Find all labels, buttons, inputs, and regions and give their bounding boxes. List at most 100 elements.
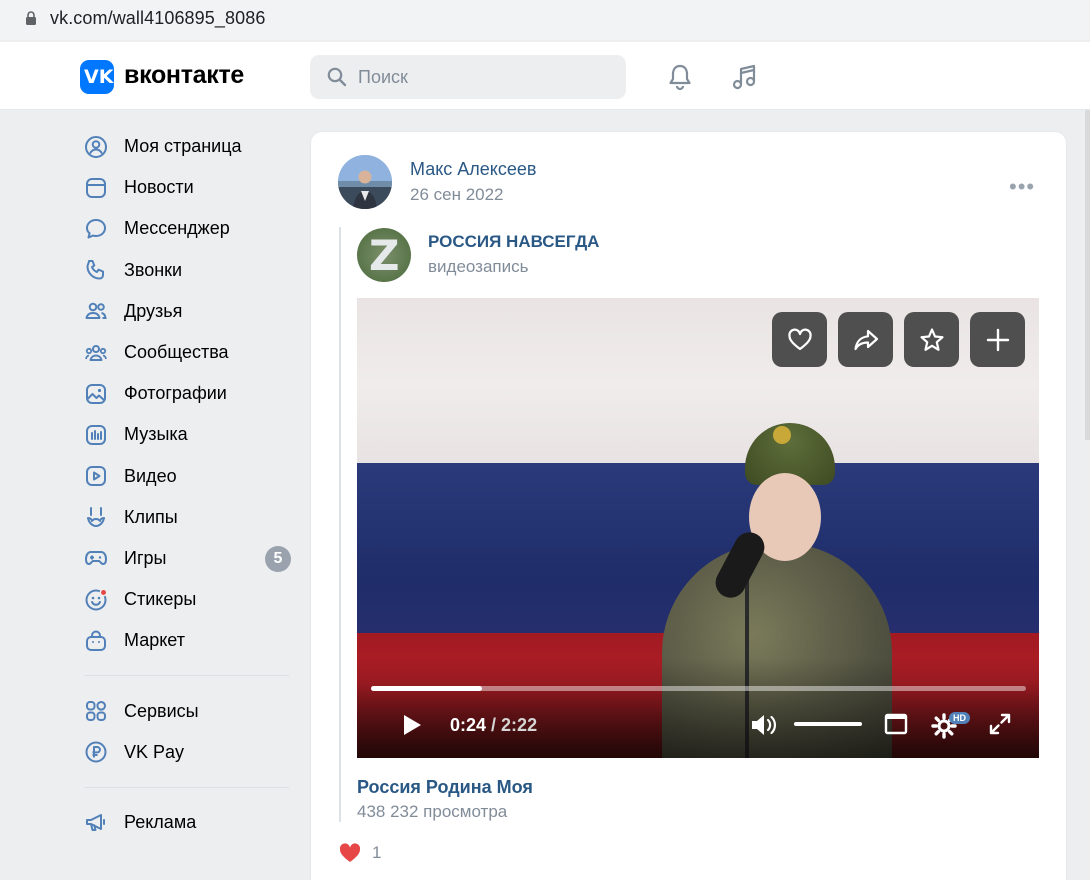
- browser-address-bar[interactable]: vk.com/wall4106895_8086: [0, 0, 1090, 40]
- vk-logo-icon[interactable]: VK: [80, 60, 114, 94]
- author-avatar[interactable]: [338, 155, 392, 209]
- nav-item-clips[interactable]: Клипы: [74, 497, 299, 538]
- megaphone-icon: [84, 810, 108, 834]
- communities-icon: [84, 341, 108, 365]
- nav-item-services[interactable]: Сервисы: [74, 690, 299, 731]
- repost-divider-line: [339, 227, 341, 822]
- nav-divider: [84, 675, 289, 677]
- video-duration: / 2:22: [491, 715, 538, 735]
- volume-slider[interactable]: [794, 722, 862, 726]
- nav-divider: [84, 786, 289, 788]
- nav-label: Реклама: [124, 811, 197, 832]
- post-more-menu-icon[interactable]: •••: [1009, 174, 1035, 200]
- smile-icon: [84, 588, 108, 612]
- ruble-icon: [84, 740, 108, 764]
- video-favorite-button[interactable]: [904, 312, 959, 367]
- bag-icon: [84, 629, 108, 653]
- video-player[interactable]: 0:24 / 2:22 HD: [357, 298, 1039, 758]
- nav-label: Сообщества: [124, 342, 229, 363]
- phone-icon: [84, 258, 108, 282]
- heart-filled-icon: [339, 843, 361, 862]
- music-note-icon[interactable]: [730, 62, 760, 92]
- video-progress-bar[interactable]: [371, 686, 1026, 691]
- volume-icon[interactable]: [749, 712, 781, 738]
- bell-icon[interactable]: [665, 62, 695, 92]
- games-count-badge: 5: [265, 545, 291, 572]
- nav-item-news[interactable]: Новости: [74, 167, 299, 208]
- star-icon: [919, 327, 944, 351]
- search-icon: [327, 67, 347, 87]
- play-icon[interactable]: [401, 713, 423, 737]
- clips-icon: [84, 505, 108, 529]
- gamepad-icon: [84, 546, 108, 570]
- nav-item-calls[interactable]: Звонки: [74, 250, 299, 291]
- video-progress-fill: [371, 686, 482, 691]
- nav-label: VK Pay: [124, 741, 185, 762]
- post-like-button[interactable]: 1: [338, 841, 381, 865]
- page-scrollbar[interactable]: [1085, 110, 1090, 440]
- photo-icon: [84, 382, 108, 406]
- post-date[interactable]: 26 сен 2022: [410, 185, 504, 205]
- nav-item-stickers[interactable]: Стикеры: [74, 579, 299, 620]
- nav-label: Стикеры: [124, 589, 197, 610]
- share-icon: [853, 329, 878, 350]
- nav-item-vkpay[interactable]: VK Pay: [74, 732, 299, 773]
- nav-item-video[interactable]: Видео: [74, 456, 299, 497]
- source-name[interactable]: РОССИЯ НАВСЕГДА: [428, 232, 599, 252]
- nav-item-music[interactable]: Музыка: [74, 414, 299, 455]
- video-controls-shade: [357, 658, 1039, 758]
- services-icon: [84, 699, 108, 723]
- video-current-time: 0:24: [450, 715, 487, 735]
- user-circle-icon: [84, 135, 108, 159]
- vk-logo-glyph: VK: [84, 66, 114, 88]
- nav-label: Фотографии: [124, 383, 227, 404]
- lock-icon: [26, 11, 36, 25]
- nav-label: Новости: [124, 177, 194, 198]
- like-count: 1: [372, 843, 382, 862]
- friends-icon: [84, 299, 108, 323]
- nav-label: Видео: [124, 465, 177, 486]
- video-frame-beret-badge: [773, 426, 791, 444]
- search-input[interactable]: [358, 65, 608, 89]
- nav-label: Маркет: [124, 630, 185, 651]
- nav-label: Клипы: [124, 506, 178, 527]
- nav-item-market[interactable]: Маркет: [74, 620, 299, 661]
- video-add-button[interactable]: [970, 312, 1025, 367]
- music-icon: [84, 423, 108, 447]
- source-avatar[interactable]: Z: [357, 228, 411, 282]
- heart-icon: [787, 328, 812, 350]
- message-icon: [84, 217, 108, 241]
- url-text[interactable]: vk.com/wall4106895_8086: [50, 8, 265, 29]
- nav-label: Игры: [124, 547, 167, 568]
- nav-label: Музыка: [124, 424, 188, 445]
- vk-header: VK вконтакте: [0, 42, 1090, 110]
- nav-item-communities[interactable]: Сообщества: [74, 332, 299, 373]
- vk-logo-text[interactable]: вконтакте: [124, 61, 244, 90]
- nav-item-photos[interactable]: Фотографии: [74, 373, 299, 414]
- source-type: видеозапись: [428, 257, 529, 276]
- nav-label: Мессенджер: [124, 218, 230, 239]
- nav-label: Друзья: [124, 300, 183, 321]
- hd-badge: HD: [949, 712, 970, 724]
- video-title[interactable]: Россия Родина Моя: [357, 777, 533, 798]
- left-nav: Моя страница Новости Мессенджер Звонки Д…: [74, 126, 299, 843]
- nav-label: Моя страница: [124, 136, 242, 157]
- post-card: Макс Алексеев 26 сен 2022 ••• Z РОССИЯ Н…: [310, 131, 1067, 880]
- post-author-name[interactable]: Макс Алексеев: [410, 159, 536, 180]
- nav-item-messenger[interactable]: Мессенджер: [74, 208, 299, 249]
- nav-item-ads[interactable]: Реклама: [74, 802, 299, 843]
- video-icon: [84, 464, 108, 488]
- video-time: 0:24 / 2:22: [450, 715, 537, 736]
- nav-item-games[interactable]: Игры 5: [74, 538, 299, 579]
- fullscreen-icon[interactable]: [988, 712, 1012, 736]
- nav-item-friends[interactable]: Друзья: [74, 291, 299, 332]
- search-box[interactable]: [310, 55, 626, 99]
- nav-label: Звонки: [124, 259, 183, 280]
- plus-icon: [986, 328, 1009, 351]
- video-like-button[interactable]: [772, 312, 827, 367]
- video-share-button[interactable]: [838, 312, 893, 367]
- author-photo: [338, 155, 392, 209]
- nav-item-my-page[interactable]: Моя страница: [74, 126, 299, 167]
- source-avatar-letter: Z: [369, 231, 400, 280]
- miniplayer-icon[interactable]: [884, 712, 908, 736]
